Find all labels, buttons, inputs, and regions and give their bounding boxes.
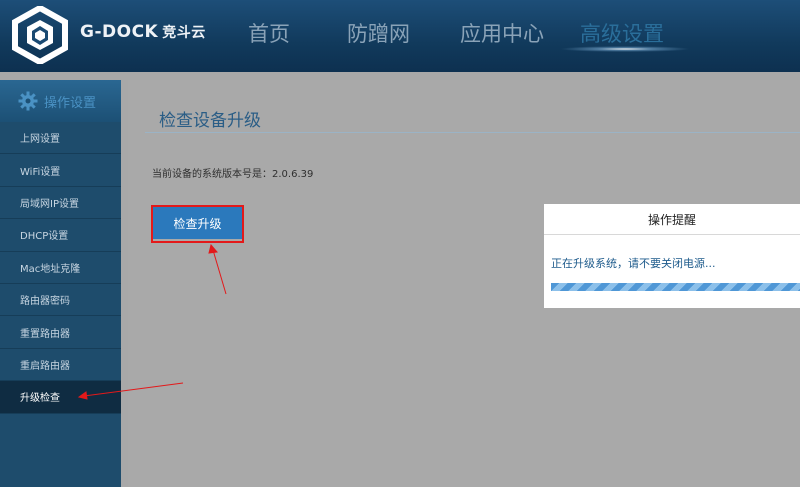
- sidebar-heading: 操作设置: [0, 80, 121, 122]
- sidebar-item-label: DHCP设置: [20, 231, 69, 243]
- sidebar-item-label: 重置路由器: [20, 328, 70, 340]
- nav-advanced-settings[interactable]: 高级设置: [580, 18, 664, 48]
- upgrade-progress-fill: [551, 283, 800, 291]
- dialog-title: 操作提醒: [544, 204, 800, 235]
- sidebar-item-mac-clone[interactable]: Mac地址克隆: [0, 252, 121, 284]
- sidebar-item-label: 重启路由器: [20, 360, 70, 372]
- sidebar-item-label: 升级检查: [20, 393, 60, 405]
- sidebar-item-router-password[interactable]: 路由器密码: [0, 284, 121, 317]
- sidebar-item-lan-ip-settings[interactable]: 局域网IP设置: [0, 187, 121, 220]
- sidebar-item-label: WiFi设置: [20, 166, 61, 178]
- sidebar-item-reboot-router[interactable]: 重启路由器: [0, 349, 121, 382]
- sidebar-item-reset-router[interactable]: 重置路由器: [0, 316, 121, 349]
- sidebar-item-upgrade-check[interactable]: 升级检查: [0, 381, 121, 414]
- main-nav: 首页 防蹭网 应用中心 高级设置: [0, 18, 800, 58]
- top-header: G-DOCK 竞斗云 首页 防蹭网 应用中心 高级设置: [0, 0, 800, 72]
- sidebar-heading-label: 操作设置: [44, 95, 97, 111]
- gear-icon: [18, 91, 38, 111]
- sidebar-item-dhcp-settings[interactable]: DHCP设置: [0, 219, 121, 252]
- page-title: 检查设备升级: [159, 111, 261, 131]
- sidebar-item-label: 上网设置: [20, 134, 60, 146]
- sidebar-item-label: 路由器密码: [20, 296, 70, 308]
- sidebar-item-wifi-settings[interactable]: WiFi设置: [0, 154, 121, 187]
- nav-app-center[interactable]: 应用中心: [460, 18, 544, 48]
- active-nav-indicator: [560, 46, 690, 52]
- sidebar-item-internet-settings[interactable]: 上网设置: [0, 122, 121, 155]
- dialog-message: 正在升级系统，请不要关闭电源...: [551, 257, 716, 270]
- title-divider: [145, 132, 800, 133]
- annotation-highlight-box: [151, 205, 244, 243]
- sidebar-item-label: Mac地址克隆: [20, 263, 81, 275]
- nav-home[interactable]: 首页: [248, 18, 290, 48]
- firmware-version-text: 当前设备的系统版本号是：2.0.6.39: [152, 169, 314, 180]
- operation-reminder-dialog: 操作提醒 正在升级系统，请不要关闭电源...: [544, 204, 800, 308]
- sidebar-item-label: 局域网IP设置: [20, 198, 79, 210]
- sidebar: 操作设置 上网设置 WiFi设置 局域网IP设置 DHCP设置 Mac地址克隆 …: [0, 80, 121, 487]
- nav-anti-leech[interactable]: 防蹭网: [347, 18, 410, 48]
- upgrade-progress-bar: [551, 283, 800, 291]
